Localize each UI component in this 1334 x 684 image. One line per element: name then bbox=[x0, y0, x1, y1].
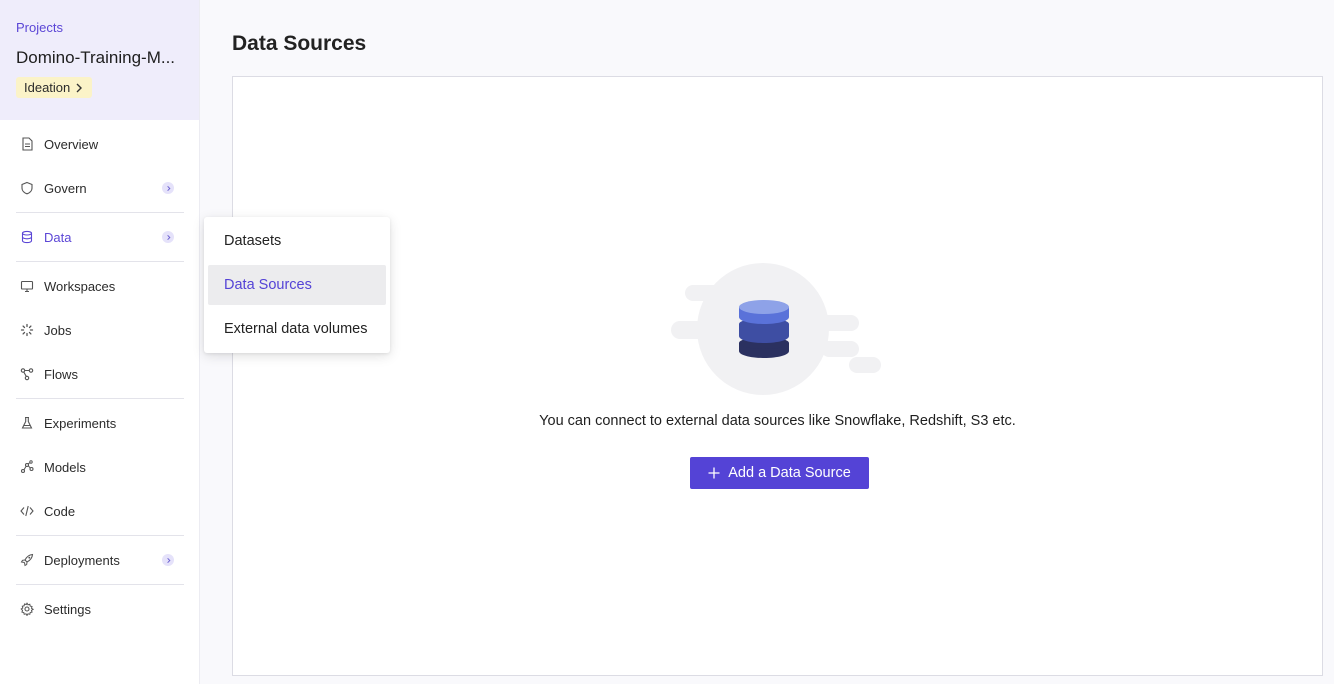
shield-icon bbox=[20, 181, 34, 195]
nav-divider bbox=[16, 212, 184, 213]
app-root: Projects Domino-Training-M... Ideation O… bbox=[0, 0, 1334, 684]
nav-divider bbox=[16, 261, 184, 262]
document-icon bbox=[20, 137, 34, 151]
flow-icon bbox=[20, 367, 34, 381]
menu-item-external-data-volumes[interactable]: External data volumes bbox=[208, 309, 386, 349]
project-header: Projects Domino-Training-M... Ideation bbox=[0, 0, 199, 120]
chevron-right-icon bbox=[162, 182, 174, 194]
data-submenu: Datasets Data Sources External data volu… bbox=[204, 217, 390, 353]
sidebar-item-jobs[interactable]: Jobs bbox=[16, 315, 184, 345]
code-icon bbox=[20, 504, 34, 518]
sidebar-item-overview[interactable]: Overview bbox=[16, 129, 184, 159]
page-title: Data Sources bbox=[232, 32, 367, 55]
gear-icon bbox=[20, 602, 34, 616]
sidebar-item-label: Jobs bbox=[44, 322, 72, 338]
monitor-icon bbox=[20, 279, 34, 293]
sidebar-item-label: Overview bbox=[44, 136, 99, 152]
sidebar-item-label: Code bbox=[44, 503, 76, 519]
stage-label: Ideation bbox=[24, 80, 71, 95]
add-data-source-label: Add a Data Source bbox=[728, 465, 851, 481]
menu-item-datasets[interactable]: Datasets bbox=[208, 221, 386, 261]
sidebar-item-label: Experiments bbox=[44, 415, 117, 431]
model-icon bbox=[20, 460, 34, 474]
nav-divider bbox=[16, 398, 184, 399]
sidebar-item-models[interactable]: Models bbox=[16, 452, 184, 482]
stage-badge[interactable]: Ideation bbox=[16, 77, 93, 98]
add-data-source-button[interactable]: Add a Data Source bbox=[690, 457, 869, 489]
sidebar-item-label: Govern bbox=[44, 180, 87, 196]
projects-breadcrumb-link[interactable]: Projects bbox=[16, 20, 183, 35]
chevron-right-icon bbox=[162, 554, 174, 566]
menu-item-data-sources[interactable]: Data Sources bbox=[208, 265, 386, 305]
nav-divider bbox=[16, 535, 184, 536]
sidebar-item-label: Workspaces bbox=[44, 278, 116, 294]
sidebar: Projects Domino-Training-M... Ideation O… bbox=[0, 0, 200, 684]
sidebar-item-label: Models bbox=[44, 459, 86, 475]
spinner-icon bbox=[20, 323, 34, 337]
project-name: Domino-Training-M... bbox=[16, 48, 176, 67]
rocket-icon bbox=[20, 553, 34, 567]
data-sources-panel: You can connect to external data sources… bbox=[232, 76, 1323, 676]
sidebar-item-workspaces[interactable]: Workspaces bbox=[16, 271, 184, 301]
sidebar-item-govern[interactable]: Govern bbox=[16, 173, 184, 203]
empty-state-message: You can connect to external data sources… bbox=[539, 413, 1016, 429]
sidebar-item-deployments[interactable]: Deployments bbox=[16, 545, 184, 575]
plus-icon bbox=[708, 467, 720, 479]
sidebar-item-data[interactable]: Data bbox=[16, 222, 184, 252]
chevron-right-icon bbox=[162, 231, 174, 243]
nav-divider bbox=[16, 584, 184, 585]
database-illustration-icon bbox=[671, 263, 881, 395]
sidebar-item-experiments[interactable]: Experiments bbox=[16, 408, 184, 438]
sidebar-item-settings[interactable]: Settings bbox=[16, 594, 184, 624]
sidebar-item-code[interactable]: Code bbox=[16, 496, 184, 526]
sidebar-item-label: Data bbox=[44, 229, 72, 245]
chevron-right-icon bbox=[76, 83, 83, 92]
sidebar-item-label: Flows bbox=[44, 366, 78, 382]
sidebar-item-label: Settings bbox=[44, 601, 91, 617]
sidebar-item-flows[interactable]: Flows bbox=[16, 359, 184, 389]
flask-icon bbox=[20, 416, 34, 430]
database-icon bbox=[20, 230, 34, 244]
sidebar-item-label: Deployments bbox=[44, 552, 120, 568]
